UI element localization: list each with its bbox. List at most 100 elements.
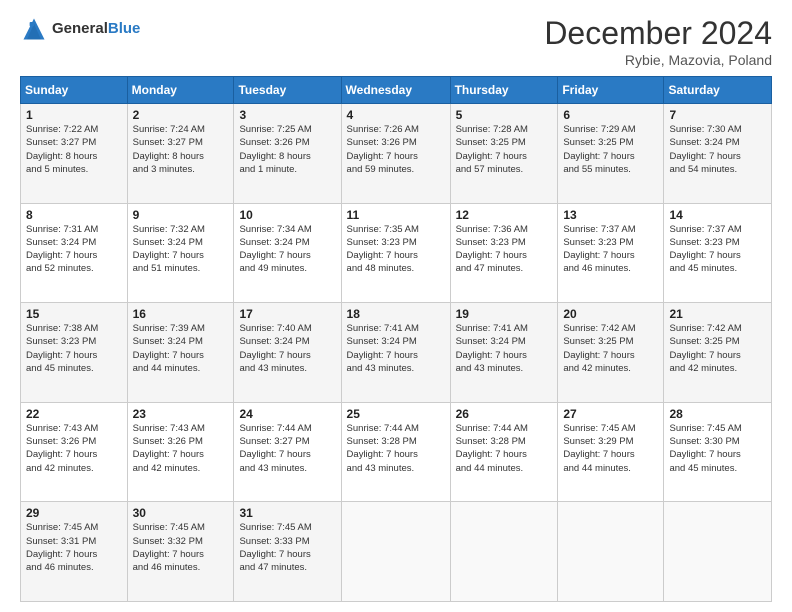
day-info: Sunrise: 7:37 AMSunset: 3:23 PMDaylight:…	[669, 223, 766, 276]
day-info: Sunrise: 7:41 AMSunset: 3:24 PMDaylight:…	[347, 322, 445, 375]
day-number: 12	[456, 208, 553, 222]
weekday-thursday: Thursday	[450, 77, 558, 104]
day-number: 13	[563, 208, 658, 222]
day-number: 25	[347, 407, 445, 421]
day-info: Sunrise: 7:42 AMSunset: 3:25 PMDaylight:…	[563, 322, 658, 375]
month-title: December 2024	[544, 15, 772, 52]
calendar-cell	[558, 502, 664, 602]
calendar-cell: 19Sunrise: 7:41 AMSunset: 3:24 PMDayligh…	[450, 303, 558, 403]
day-number: 10	[239, 208, 335, 222]
logo-icon	[20, 15, 48, 43]
day-number: 22	[26, 407, 122, 421]
day-info: Sunrise: 7:45 AMSunset: 3:29 PMDaylight:…	[563, 422, 658, 475]
day-info: Sunrise: 7:26 AMSunset: 3:26 PMDaylight:…	[347, 123, 445, 176]
weekday-header-row: SundayMondayTuesdayWednesdayThursdayFrid…	[21, 77, 772, 104]
calendar-cell: 11Sunrise: 7:35 AMSunset: 3:23 PMDayligh…	[341, 203, 450, 303]
day-number: 9	[133, 208, 229, 222]
calendar-cell: 12Sunrise: 7:36 AMSunset: 3:23 PMDayligh…	[450, 203, 558, 303]
weekday-monday: Monday	[127, 77, 234, 104]
calendar-cell: 16Sunrise: 7:39 AMSunset: 3:24 PMDayligh…	[127, 303, 234, 403]
day-number: 14	[669, 208, 766, 222]
day-info: Sunrise: 7:43 AMSunset: 3:26 PMDaylight:…	[26, 422, 122, 475]
logo-text: GeneralBlue	[52, 21, 140, 38]
calendar-cell: 9Sunrise: 7:32 AMSunset: 3:24 PMDaylight…	[127, 203, 234, 303]
day-info: Sunrise: 7:41 AMSunset: 3:24 PMDaylight:…	[456, 322, 553, 375]
week-row-1: 1Sunrise: 7:22 AMSunset: 3:27 PMDaylight…	[21, 104, 772, 204]
day-info: Sunrise: 7:34 AMSunset: 3:24 PMDaylight:…	[239, 223, 335, 276]
day-number: 8	[26, 208, 122, 222]
day-number: 5	[456, 108, 553, 122]
calendar-cell: 2Sunrise: 7:24 AMSunset: 3:27 PMDaylight…	[127, 104, 234, 204]
day-number: 18	[347, 307, 445, 321]
header: GeneralBlue December 2024 Rybie, Mazovia…	[20, 15, 772, 68]
day-number: 2	[133, 108, 229, 122]
day-number: 11	[347, 208, 445, 222]
day-number: 15	[26, 307, 122, 321]
day-number: 21	[669, 307, 766, 321]
day-info: Sunrise: 7:25 AMSunset: 3:26 PMDaylight:…	[239, 123, 335, 176]
page: GeneralBlue December 2024 Rybie, Mazovia…	[0, 0, 792, 612]
weekday-wednesday: Wednesday	[341, 77, 450, 104]
day-number: 23	[133, 407, 229, 421]
calendar-cell: 30Sunrise: 7:45 AMSunset: 3:32 PMDayligh…	[127, 502, 234, 602]
day-number: 4	[347, 108, 445, 122]
day-info: Sunrise: 7:35 AMSunset: 3:23 PMDaylight:…	[347, 223, 445, 276]
day-number: 1	[26, 108, 122, 122]
calendar-cell: 18Sunrise: 7:41 AMSunset: 3:24 PMDayligh…	[341, 303, 450, 403]
day-info: Sunrise: 7:42 AMSunset: 3:25 PMDaylight:…	[669, 322, 766, 375]
day-number: 19	[456, 307, 553, 321]
day-info: Sunrise: 7:37 AMSunset: 3:23 PMDaylight:…	[563, 223, 658, 276]
calendar-cell: 29Sunrise: 7:45 AMSunset: 3:31 PMDayligh…	[21, 502, 128, 602]
day-number: 30	[133, 506, 229, 520]
calendar-cell: 27Sunrise: 7:45 AMSunset: 3:29 PMDayligh…	[558, 402, 664, 502]
calendar-body: 1Sunrise: 7:22 AMSunset: 3:27 PMDaylight…	[21, 104, 772, 602]
calendar-cell: 4Sunrise: 7:26 AMSunset: 3:26 PMDaylight…	[341, 104, 450, 204]
calendar-cell	[664, 502, 772, 602]
day-info: Sunrise: 7:45 AMSunset: 3:31 PMDaylight:…	[26, 521, 122, 574]
calendar-cell: 24Sunrise: 7:44 AMSunset: 3:27 PMDayligh…	[234, 402, 341, 502]
day-number: 26	[456, 407, 553, 421]
day-info: Sunrise: 7:39 AMSunset: 3:24 PMDaylight:…	[133, 322, 229, 375]
day-number: 24	[239, 407, 335, 421]
calendar-cell: 7Sunrise: 7:30 AMSunset: 3:24 PMDaylight…	[664, 104, 772, 204]
week-row-2: 8Sunrise: 7:31 AMSunset: 3:24 PMDaylight…	[21, 203, 772, 303]
day-number: 27	[563, 407, 658, 421]
weekday-sunday: Sunday	[21, 77, 128, 104]
day-info: Sunrise: 7:22 AMSunset: 3:27 PMDaylight:…	[26, 123, 122, 176]
calendar-cell: 3Sunrise: 7:25 AMSunset: 3:26 PMDaylight…	[234, 104, 341, 204]
day-number: 17	[239, 307, 335, 321]
day-info: Sunrise: 7:36 AMSunset: 3:23 PMDaylight:…	[456, 223, 553, 276]
day-number: 20	[563, 307, 658, 321]
day-number: 3	[239, 108, 335, 122]
day-number: 29	[26, 506, 122, 520]
logo: GeneralBlue	[20, 15, 140, 43]
calendar-cell	[341, 502, 450, 602]
day-number: 7	[669, 108, 766, 122]
calendar-cell: 22Sunrise: 7:43 AMSunset: 3:26 PMDayligh…	[21, 402, 128, 502]
title-section: December 2024 Rybie, Mazovia, Poland	[544, 15, 772, 68]
day-info: Sunrise: 7:44 AMSunset: 3:27 PMDaylight:…	[239, 422, 335, 475]
day-info: Sunrise: 7:28 AMSunset: 3:25 PMDaylight:…	[456, 123, 553, 176]
day-info: Sunrise: 7:43 AMSunset: 3:26 PMDaylight:…	[133, 422, 229, 475]
calendar-cell: 13Sunrise: 7:37 AMSunset: 3:23 PMDayligh…	[558, 203, 664, 303]
day-info: Sunrise: 7:30 AMSunset: 3:24 PMDaylight:…	[669, 123, 766, 176]
day-info: Sunrise: 7:40 AMSunset: 3:24 PMDaylight:…	[239, 322, 335, 375]
day-info: Sunrise: 7:44 AMSunset: 3:28 PMDaylight:…	[347, 422, 445, 475]
weekday-tuesday: Tuesday	[234, 77, 341, 104]
calendar-cell: 10Sunrise: 7:34 AMSunset: 3:24 PMDayligh…	[234, 203, 341, 303]
day-info: Sunrise: 7:24 AMSunset: 3:27 PMDaylight:…	[133, 123, 229, 176]
day-number: 16	[133, 307, 229, 321]
calendar-cell: 8Sunrise: 7:31 AMSunset: 3:24 PMDaylight…	[21, 203, 128, 303]
day-info: Sunrise: 7:45 AMSunset: 3:32 PMDaylight:…	[133, 521, 229, 574]
day-number: 6	[563, 108, 658, 122]
calendar-cell: 28Sunrise: 7:45 AMSunset: 3:30 PMDayligh…	[664, 402, 772, 502]
calendar-cell: 31Sunrise: 7:45 AMSunset: 3:33 PMDayligh…	[234, 502, 341, 602]
calendar-cell: 15Sunrise: 7:38 AMSunset: 3:23 PMDayligh…	[21, 303, 128, 403]
weekday-saturday: Saturday	[664, 77, 772, 104]
calendar-cell: 23Sunrise: 7:43 AMSunset: 3:26 PMDayligh…	[127, 402, 234, 502]
day-info: Sunrise: 7:45 AMSunset: 3:33 PMDaylight:…	[239, 521, 335, 574]
calendar-cell: 20Sunrise: 7:42 AMSunset: 3:25 PMDayligh…	[558, 303, 664, 403]
day-number: 31	[239, 506, 335, 520]
day-info: Sunrise: 7:44 AMSunset: 3:28 PMDaylight:…	[456, 422, 553, 475]
calendar-cell: 26Sunrise: 7:44 AMSunset: 3:28 PMDayligh…	[450, 402, 558, 502]
